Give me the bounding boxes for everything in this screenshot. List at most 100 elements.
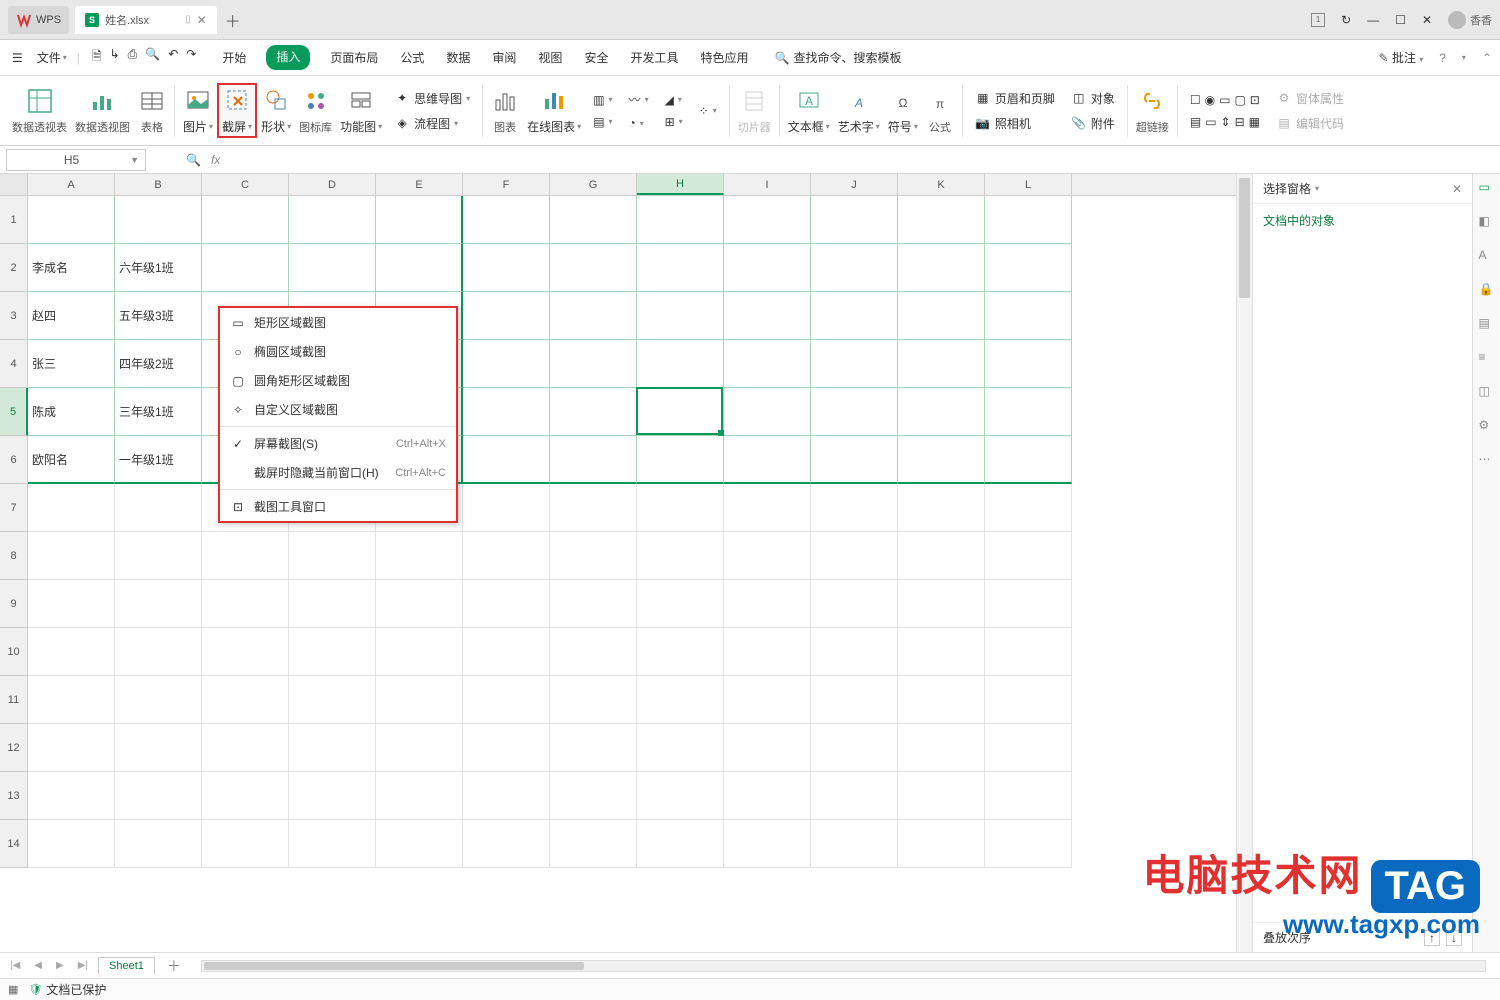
row-header[interactable]: 14 <box>0 820 28 868</box>
cell[interactable] <box>550 196 637 244</box>
chart-button[interactable]: 图表 <box>487 85 523 137</box>
cell[interactable] <box>202 820 289 868</box>
cell[interactable] <box>637 388 724 436</box>
cell[interactable] <box>115 580 202 628</box>
cell[interactable] <box>637 820 724 868</box>
wps-home-button[interactable]: WPS <box>8 6 69 34</box>
cell[interactable] <box>550 580 637 628</box>
online-chart-button[interactable]: 在线图表▾ <box>523 84 585 137</box>
cell[interactable] <box>28 724 115 772</box>
cell[interactable]: 张三 <box>28 340 115 388</box>
cell[interactable] <box>985 772 1072 820</box>
cell[interactable] <box>289 772 376 820</box>
row-header[interactable]: 13 <box>0 772 28 820</box>
form-row2[interactable]: ▤▭⇕⊟▦ <box>1186 113 1264 131</box>
cell[interactable] <box>289 244 376 292</box>
lookup-icon[interactable]: 🔍 <box>186 153 201 167</box>
cell[interactable] <box>550 628 637 676</box>
row-header[interactable]: 9 <box>0 580 28 628</box>
cell[interactable] <box>463 388 550 436</box>
cell[interactable] <box>637 340 724 388</box>
cell[interactable]: 陈成 <box>28 388 115 436</box>
cell[interactable] <box>985 484 1072 532</box>
spark-pie-button[interactable]: ◔▾ <box>625 114 653 132</box>
tab-review[interactable]: 审阅 <box>490 45 518 70</box>
tab-formula[interactable]: 公式 <box>398 45 426 70</box>
cell[interactable] <box>550 724 637 772</box>
order-up-icon[interactable]: ↑ <box>1424 930 1440 946</box>
cell[interactable] <box>898 244 985 292</box>
cell[interactable] <box>376 676 463 724</box>
cell[interactable] <box>550 820 637 868</box>
cell[interactable] <box>289 196 376 244</box>
picture-button[interactable]: 图片▾ <box>179 84 217 137</box>
cell[interactable]: 赵四 <box>28 292 115 340</box>
stat-grid-icon[interactable]: ▦ <box>8 983 18 996</box>
cell[interactable] <box>115 628 202 676</box>
rail-style-icon[interactable]: ◧ <box>1479 214 1495 230</box>
hyperlink-button[interactable]: 超链接 <box>1132 85 1173 137</box>
close-icon[interactable]: ✕ <box>197 13 207 27</box>
cell[interactable] <box>202 196 289 244</box>
cell[interactable] <box>811 676 898 724</box>
cell[interactable] <box>811 196 898 244</box>
formula-button[interactable]: π 公式 <box>922 85 958 137</box>
cell[interactable] <box>898 820 985 868</box>
cell[interactable] <box>637 292 724 340</box>
cell[interactable] <box>637 580 724 628</box>
save-icon[interactable]: 🗎 <box>92 47 102 68</box>
cell[interactable] <box>724 340 811 388</box>
cell[interactable] <box>376 244 463 292</box>
col-C[interactable]: C <box>202 174 289 195</box>
cell[interactable] <box>289 724 376 772</box>
sheet-tab-1[interactable]: Sheet1 <box>98 957 155 974</box>
cell[interactable] <box>463 772 550 820</box>
cell[interactable] <box>637 244 724 292</box>
cell[interactable] <box>637 676 724 724</box>
col-K[interactable]: K <box>898 174 985 195</box>
row-header[interactable]: 10 <box>0 628 28 676</box>
pivot-table-button[interactable]: 数据透视表 <box>8 85 71 137</box>
tab-data[interactable]: 数据 <box>444 45 472 70</box>
cell[interactable] <box>550 340 637 388</box>
cell[interactable] <box>28 484 115 532</box>
cell[interactable] <box>985 196 1072 244</box>
col-H[interactable]: H <box>637 174 724 195</box>
tab-layout[interactable]: 页面布局 <box>328 45 380 70</box>
cell[interactable] <box>724 196 811 244</box>
rail-list-icon[interactable]: ≡ <box>1479 350 1495 366</box>
cell[interactable] <box>724 772 811 820</box>
symbol-button[interactable]: Ω 符号▾ <box>884 84 922 137</box>
spark-winloss-button[interactable]: ⊞▾ <box>661 113 687 131</box>
cell[interactable] <box>115 484 202 532</box>
form-row1[interactable]: ☐◉▭▢⊡ <box>1186 91 1264 109</box>
mindmap-button[interactable]: ✦思维导图▾ <box>390 88 474 109</box>
cell[interactable] <box>985 436 1072 484</box>
cell[interactable] <box>985 340 1072 388</box>
icons-button[interactable]: 图标库 <box>295 85 336 137</box>
cell[interactable]: 五年级3班 <box>115 292 202 340</box>
pivot-chart-button[interactable]: 数据透视图 <box>71 85 134 137</box>
rail-gear-icon[interactable]: ⚙ <box>1479 418 1495 434</box>
cell[interactable] <box>28 820 115 868</box>
cell[interactable] <box>28 628 115 676</box>
cell[interactable] <box>724 484 811 532</box>
cell[interactable] <box>724 292 811 340</box>
redo-icon[interactable]: ↷ <box>186 47 196 68</box>
cell[interactable] <box>811 724 898 772</box>
cell[interactable] <box>202 628 289 676</box>
cell[interactable] <box>550 436 637 484</box>
cell[interactable] <box>637 628 724 676</box>
cell[interactable] <box>985 820 1072 868</box>
cell[interactable] <box>898 196 985 244</box>
chevron-down-icon[interactable]: ▼ <box>130 155 139 165</box>
cell[interactable] <box>811 532 898 580</box>
row-header[interactable]: 7 <box>0 484 28 532</box>
tab-security[interactable]: 安全 <box>582 45 610 70</box>
cell[interactable] <box>811 580 898 628</box>
sheet-next-icon[interactable]: ▶ <box>52 960 68 971</box>
cell[interactable] <box>724 388 811 436</box>
tab-devtools[interactable]: 开发工具 <box>628 45 680 70</box>
cell[interactable] <box>724 436 811 484</box>
hamburger-icon[interactable]: ☰ <box>8 47 27 69</box>
